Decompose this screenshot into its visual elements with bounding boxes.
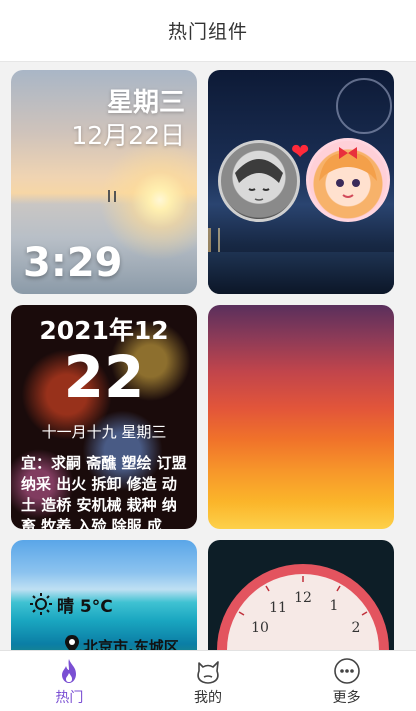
couple-avatar-widget-card[interactable]: ❤ xyxy=(208,70,394,294)
clock-widget-card[interactable]: 12 1 2 11 10 3 xyxy=(208,540,394,650)
weather-widget-card[interactable]: 晴 5°C 北京市.东城区 xyxy=(11,540,197,650)
weather-text: 晴 5°C xyxy=(57,597,113,617)
page-title: 热门组件 xyxy=(167,21,248,43)
yi-activities-text: 宜：求嗣 斋醮 塑绘 订盟 纳采 出火 拆卸 修造 动土 造桥 安机械 栽种 纳… xyxy=(21,454,187,529)
boy-portrait-image xyxy=(235,159,283,201)
year-month-text: 2021年12 xyxy=(39,316,169,345)
clock-numeral-10: 10 xyxy=(251,620,269,636)
avatar-right xyxy=(306,138,390,222)
location-text: 北京市.东城区 xyxy=(83,638,179,650)
avatar-left xyxy=(218,140,300,222)
more-icon xyxy=(333,658,360,684)
city-lights-image xyxy=(208,228,394,254)
location-pin-icon xyxy=(65,635,79,650)
tab-hot-label: 热门 xyxy=(55,690,84,706)
flame-icon xyxy=(62,659,77,683)
clock-numeral-2: 2 xyxy=(352,620,361,636)
app-header: 热门组件 xyxy=(0,0,416,62)
widget-grid: 星期三 12月22日 3:29 ❤ 2021年12 22 十一月十九 星期三 宜… xyxy=(0,62,416,650)
girl-cartoon-image xyxy=(319,147,377,198)
heart-icon: ❤ xyxy=(291,140,310,165)
beach-figures-image xyxy=(108,190,116,202)
date-widget-card[interactable]: 星期三 12月22日 3:29 xyxy=(11,70,197,294)
user-face-icon xyxy=(197,661,219,684)
tab-hot[interactable]: 热门 xyxy=(0,651,139,711)
clock-numeral-1: 1 xyxy=(330,598,339,614)
sunset-gradient-widget-card[interactable] xyxy=(208,305,394,529)
tab-mine-label: 我的 xyxy=(194,690,222,706)
bottom-tab-bar: 热门 我的 更多 xyxy=(0,650,416,711)
clock-numeral-12: 12 xyxy=(294,590,312,606)
clock-numeral-11: 11 xyxy=(269,600,287,616)
water-reflection-image xyxy=(208,252,394,294)
tab-more-label: 更多 xyxy=(332,690,361,706)
tab-mine[interactable]: 我的 xyxy=(139,651,278,711)
lunar-date-text: 十一月十九 星期三 xyxy=(41,423,167,441)
date-text: 12月22日 xyxy=(71,121,185,150)
time-text: 3:29 xyxy=(23,240,123,286)
analog-clock-face: 12 1 2 11 10 3 xyxy=(217,564,389,650)
day-number-text: 22 xyxy=(63,343,145,411)
calendar-widget-card[interactable]: 2021年12 22 十一月十九 星期三 宜：求嗣 斋醮 塑绘 订盟 纳采 出火… xyxy=(11,305,197,529)
tab-more[interactable]: 更多 xyxy=(277,651,416,711)
weekday-text: 星期三 xyxy=(106,88,185,118)
sun-icon xyxy=(30,593,52,615)
ferris-wheel-image xyxy=(336,78,392,134)
